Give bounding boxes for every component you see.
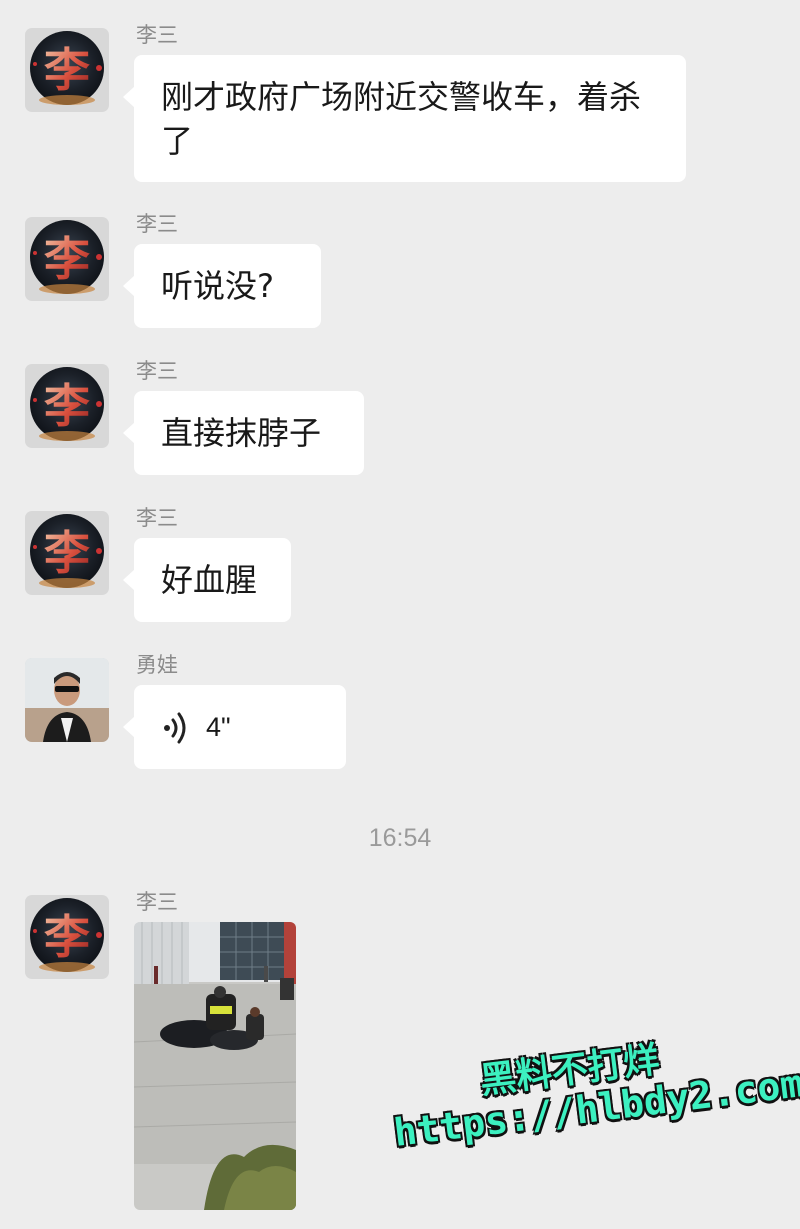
avatar[interactable]: 李	[25, 511, 109, 595]
sender-name: 李三	[136, 359, 178, 383]
message-bubble[interactable]: 听说没?	[123, 244, 321, 328]
timestamp: 16:54	[368, 824, 432, 852]
message-bubble[interactable]: 刚才政府广场附近交警收车，着杀了	[123, 55, 686, 182]
avatar[interactable]	[25, 658, 109, 742]
avatar[interactable]: 李	[25, 28, 109, 112]
voice-duration: 4"	[206, 712, 231, 742]
sender-name: 勇娃	[136, 653, 178, 677]
message-bubble[interactable]: 好血腥	[123, 538, 291, 622]
avatar[interactable]: 李	[25, 895, 109, 979]
image-message[interactable]	[134, 922, 296, 1210]
chat-screen: { "messages": [ {"sender": "李三", "text":…	[0, 0, 800, 1229]
watermark: 黑料不打烊 https://hlbdy2.com	[385, 1017, 800, 1192]
avatar-glyph: 李	[44, 232, 90, 286]
sender-name: 李三	[136, 23, 178, 47]
avatar-glyph: 李	[44, 910, 90, 964]
sender-name: 李三	[136, 212, 178, 236]
avatar-glyph: 李	[44, 526, 90, 580]
sender-name: 李三	[136, 890, 178, 914]
avatar[interactable]: 李	[25, 364, 109, 448]
message-bubble[interactable]: 直接抹脖子	[123, 391, 364, 475]
voice-message-bubble[interactable]: 4"	[123, 685, 346, 769]
avatar-glyph: 李	[44, 379, 90, 433]
voice-icon	[164, 712, 186, 744]
avatar-glyph: 李	[44, 43, 90, 97]
sender-name: 李三	[136, 506, 178, 530]
avatar[interactable]: 李	[25, 217, 109, 301]
